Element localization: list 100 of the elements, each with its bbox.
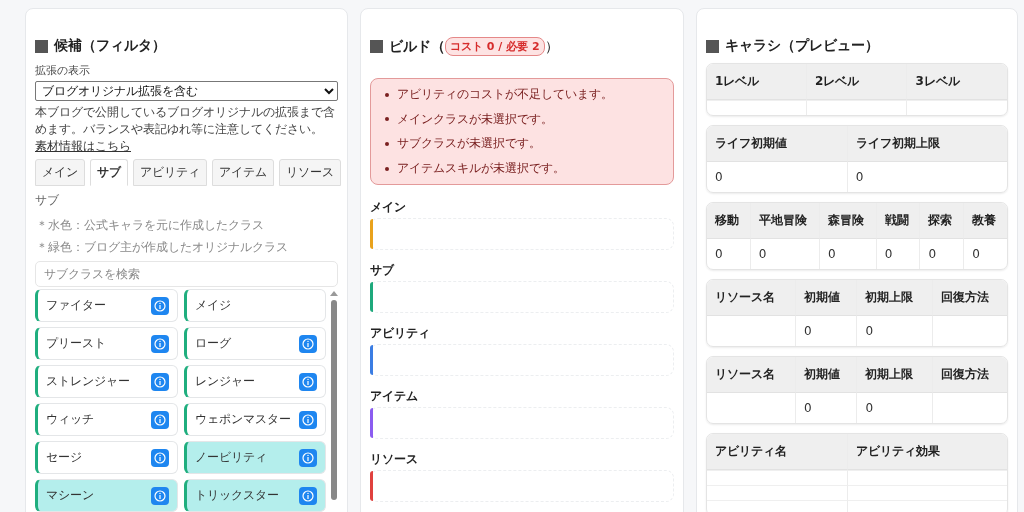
panel-title: キャラシ（プレビュー） [725, 37, 879, 55]
panel-title: ビルド（ [389, 37, 445, 56]
class-card[interactable]: ローグ [183, 327, 326, 361]
class-name: マシーン [46, 487, 94, 505]
class-name: メイジ [194, 297, 231, 315]
column-header: 森冒険 [819, 203, 876, 239]
class-card[interactable]: ファイター [35, 289, 178, 323]
info-button[interactable] [299, 334, 317, 353]
class-card[interactable]: ストレンジャー [35, 365, 178, 399]
slot-label: アイテム [370, 388, 419, 406]
class-card[interactable]: レンジャー [183, 365, 326, 399]
column-header: 戦闘 [875, 203, 920, 239]
table-cell: 0 [884, 247, 893, 261]
table-cell: 0 [715, 247, 723, 261]
class-card[interactable]: マシーン [35, 479, 178, 512]
table-cell: 0 [804, 324, 812, 338]
class-card[interactable]: メイジ [183, 289, 326, 323]
column-header: 3レベル [906, 64, 1007, 100]
info-button[interactable] [150, 486, 169, 505]
class-name: ウィッチ [46, 411, 94, 429]
class-name: ファイター [46, 297, 106, 315]
panel-title: 候補（フィルタ） [54, 37, 166, 55]
legend-text: ＊緑色：ブログ主が作成したオリジナルクラス [36, 239, 289, 257]
square-icon [370, 40, 383, 53]
info-button[interactable] [150, 410, 169, 429]
column-header: 回復方法 [931, 280, 1007, 316]
column-header: ライフ初期上限 [846, 126, 1007, 162]
heading-paren: ） [544, 37, 559, 56]
class-card[interactable]: ウェポンマスター [183, 403, 326, 437]
legend-text: ＊水色：公式キャラを元に作成したクラス [36, 217, 265, 235]
error-message: アイテムスキルが未選択です。 [397, 160, 565, 177]
tab[interactable]: メイン [35, 159, 85, 187]
column-header: アビリティ効果 [846, 434, 1007, 470]
column-header: 1レベル [707, 64, 806, 100]
info-button[interactable] [299, 486, 317, 505]
class-card[interactable]: セージ [35, 441, 178, 475]
class-card[interactable]: ウィッチ [35, 403, 178, 437]
class-name: トリックスター [194, 487, 279, 505]
error-message: サブクラスが未選択です。 [397, 136, 541, 152]
bullet-icon [385, 117, 389, 122]
column-header: アビリティ名 [707, 434, 847, 470]
bullet-icon [385, 166, 389, 171]
column-header: 教養 [963, 203, 1007, 239]
class-name: ローグ [194, 335, 231, 353]
tab[interactable]: アイテム [212, 159, 274, 187]
table-cell: 0 [865, 401, 874, 415]
square-icon [706, 39, 719, 53]
column-header: リソース名 [707, 280, 795, 316]
column-header: 初期上限 [856, 357, 932, 393]
tab[interactable]: リソース [279, 159, 341, 187]
column-header: リソース名 [707, 357, 795, 393]
class-card[interactable]: ノービリティ [183, 441, 326, 475]
slot-label: アビリティ [370, 325, 431, 343]
note-text: 本ブログで公開しているブログオリジナルの拡張まで含めます。バランスや表記ゆれ等に注意してください。 素材情報はこちら [35, 104, 336, 155]
info-button[interactable] [299, 372, 317, 391]
expansion-select[interactable]: ブログオリジナル拡張を含む [35, 81, 338, 101]
bullet-icon [385, 142, 389, 146]
info-button[interactable] [299, 410, 317, 429]
column-header: 初期値 [795, 280, 857, 316]
column-header: 2レベル [805, 64, 907, 100]
tab[interactable]: アビリティ [133, 159, 207, 187]
info-button[interactable] [150, 334, 169, 353]
bullet-icon [385, 92, 389, 97]
column-header: 平地冒険 [749, 203, 820, 239]
slot-label: サブ [370, 262, 396, 280]
class-card[interactable]: トリックスター [183, 479, 326, 512]
column-header: 回復方法 [931, 357, 1007, 393]
info-button[interactable] [150, 296, 169, 315]
column-header: 初期値 [795, 357, 857, 393]
class-card[interactable]: プリースト [35, 327, 178, 361]
info-button[interactable] [150, 372, 169, 391]
table-cell: 0 [828, 247, 836, 261]
table-cell: 0 [928, 247, 937, 261]
class-name: セージ [46, 449, 82, 467]
table-cell: 0 [804, 401, 812, 415]
field-label: 拡張の表示 [35, 63, 91, 78]
material-link[interactable]: 素材情報はこちら [35, 138, 131, 153]
table-cell: 0 [972, 247, 980, 261]
cost-badge: コスト 0 / 必要 2 [445, 37, 545, 56]
tab[interactable]: サブ [90, 159, 128, 187]
column-header: 探索 [919, 203, 964, 239]
table-cell: 0 [865, 324, 874, 338]
table-cell: 0 [758, 247, 767, 261]
column-header: ライフ初期値 [707, 126, 847, 162]
column-header: 移動 [707, 203, 750, 239]
class-name: ノービリティ [194, 449, 267, 467]
info-button[interactable] [299, 448, 317, 467]
error-message: アビリティのコストが不足しています。 [397, 87, 613, 103]
table-cell: 0 [715, 170, 723, 184]
slot-label: メイン [370, 199, 407, 217]
search-field[interactable]: サブクラスを検索 [35, 261, 338, 288]
slot-label: リソース [370, 451, 419, 469]
column-header: 初期上限 [856, 280, 932, 316]
info-button[interactable] [150, 448, 169, 467]
class-name: プリースト [46, 335, 106, 353]
class-name: ストレンジャー [46, 373, 130, 391]
error-message: メインクラスが未選択です。 [397, 111, 553, 128]
class-name: レンジャー [194, 373, 255, 391]
section-label: サブ [35, 192, 60, 210]
class-name: ウェポンマスター [194, 411, 291, 429]
